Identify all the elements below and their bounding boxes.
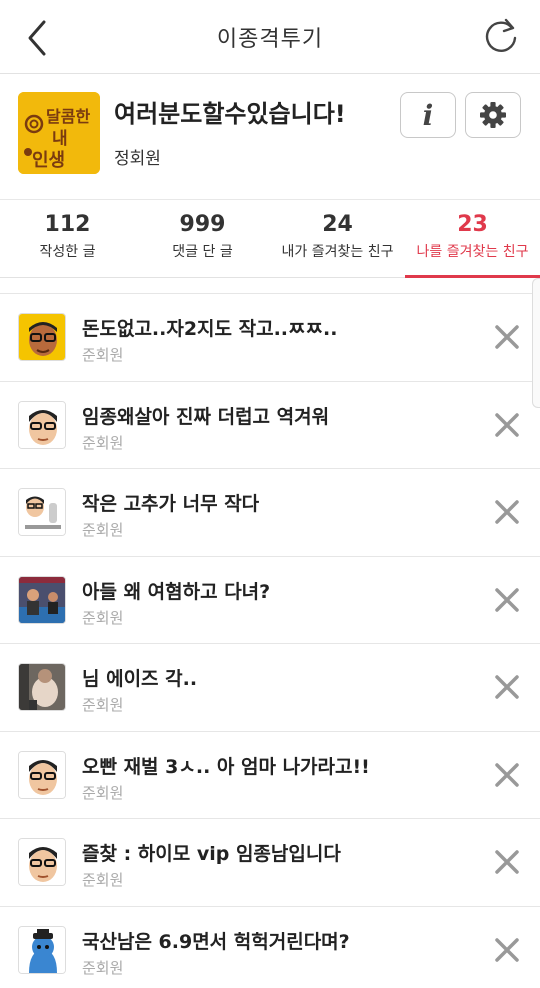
friend-grade: 준회원	[82, 346, 124, 364]
list-item[interactable]: 돈도없고..자2지도 작고..ㅉㅉ.. 준회원	[0, 294, 540, 382]
list-item[interactable]: 아들 왜 여혐하고 다녀? 준회원	[0, 557, 540, 644]
tab-my-favorites[interactable]: 24 내가 즐겨찾는 친구	[270, 200, 405, 277]
friend-avatar[interactable]	[18, 750, 66, 799]
friend-title: 님 에이즈 각..	[82, 668, 198, 690]
friend-avatar[interactable]	[18, 663, 66, 711]
friend-title: 임종왜살아 진짜 더럽고 역겨워	[82, 405, 330, 428]
close-icon[interactable]	[494, 937, 520, 963]
stat-label: 나를 즐겨찾는 친구	[416, 244, 529, 260]
friend-avatar[interactable]	[18, 925, 66, 974]
profile-name: 여러분도할수있습니다!	[114, 100, 346, 128]
gear-icon	[480, 102, 506, 128]
friend-grade: 준회원	[82, 608, 124, 627]
profile-grade: 정회원	[114, 149, 161, 169]
list-item[interactable]: 임종왜살아 진짜 더럽고 역겨워 준회원	[0, 382, 540, 469]
settings-button[interactable]	[465, 92, 521, 138]
stat-label: 작성한 글	[39, 244, 96, 260]
stat-label: 내가 즐겨찾는 친구	[281, 244, 394, 260]
friend-avatar[interactable]	[18, 313, 66, 361]
close-icon[interactable]	[494, 849, 520, 875]
close-icon[interactable]	[494, 762, 520, 788]
profile-section: 달콤한 내 인생 여러분도할수있습니다! 정회원 i	[0, 74, 540, 200]
close-icon[interactable]	[494, 674, 520, 700]
chevron-left-icon[interactable]	[20, 18, 56, 58]
avatar-text-1: 달콤한	[46, 107, 90, 126]
friend-avatar[interactable]	[18, 838, 66, 886]
friend-grade: 준회원	[82, 871, 124, 889]
friend-list: 돈도없고..자2지도 작고..ㅉㅉ.. 준회원 임종왜살아 진짜 더럽고 역겨워…	[0, 294, 540, 988]
friend-avatar[interactable]	[18, 575, 66, 624]
avatar[interactable]: 달콤한 내 인생	[18, 92, 100, 174]
refresh-icon[interactable]	[482, 16, 520, 56]
list-item[interactable]: 작은 고추가 너무 작다 준회원	[0, 469, 540, 557]
friend-title: 국산남은 6.9면서 헉헉거린다며?	[82, 930, 350, 953]
close-icon[interactable]	[494, 587, 520, 613]
stat-number: 999	[179, 212, 226, 237]
friend-title: 즐찾 : 하이모 vip 임종남입니다	[82, 843, 341, 865]
tab-posts[interactable]: 112 작성한 글	[0, 200, 135, 277]
friend-title: 오빤 재벌 3ㅅ.. 아 엄마 나가라고!!	[82, 755, 370, 778]
tab-comments[interactable]: 999 댓글 단 글	[135, 200, 270, 277]
close-icon[interactable]	[494, 324, 520, 350]
info-button[interactable]: i	[400, 92, 456, 138]
list-item[interactable]: 즐찾 : 하이모 vip 임종남입니다 준회원	[0, 819, 540, 907]
page-title: 이종격투기	[216, 26, 324, 52]
stats-tabs: 112 작성한 글 999 댓글 단 글 24 내가 즐겨찾는 친구 23 나를…	[0, 200, 540, 278]
stat-number: 112	[44, 212, 91, 237]
friend-grade: 준회원	[82, 433, 124, 452]
list-item[interactable]: 님 에이즈 각.. 준회원	[0, 644, 540, 732]
stat-number: 24	[322, 212, 353, 237]
friend-avatar[interactable]	[18, 488, 66, 536]
list-item[interactable]: 오빤 재벌 3ㅅ.. 아 엄마 나가라고!! 준회원	[0, 732, 540, 819]
side-drawer-handle[interactable]	[532, 278, 540, 408]
stat-label: 댓글 단 글	[172, 244, 233, 260]
friend-grade: 준회원	[82, 521, 124, 539]
friend-grade: 준회원	[82, 958, 124, 977]
top-bar: 이종격투기	[0, 0, 540, 74]
close-icon[interactable]	[494, 412, 520, 438]
friend-title: 작은 고추가 너무 작다	[82, 493, 260, 515]
friend-title: 아들 왜 여혐하고 다녀?	[82, 580, 271, 603]
friend-grade: 준회원	[82, 696, 124, 714]
stat-number: 23	[457, 212, 488, 237]
friend-grade: 준회원	[82, 783, 124, 802]
avatar-text-3: 인생	[32, 150, 65, 171]
divider	[0, 278, 540, 294]
avatar-text-2: 내	[52, 129, 68, 149]
tab-favorited-me[interactable]: 23 나를 즐겨찾는 친구	[405, 200, 540, 278]
close-icon[interactable]	[494, 499, 520, 525]
list-item[interactable]: 국산남은 6.9면서 헉헉거린다며? 준회원	[0, 907, 540, 988]
friend-title: 돈도없고..자2지도 작고..ㅉㅉ..	[82, 318, 338, 340]
friend-avatar[interactable]	[18, 400, 66, 449]
info-icon: i	[422, 98, 434, 132]
